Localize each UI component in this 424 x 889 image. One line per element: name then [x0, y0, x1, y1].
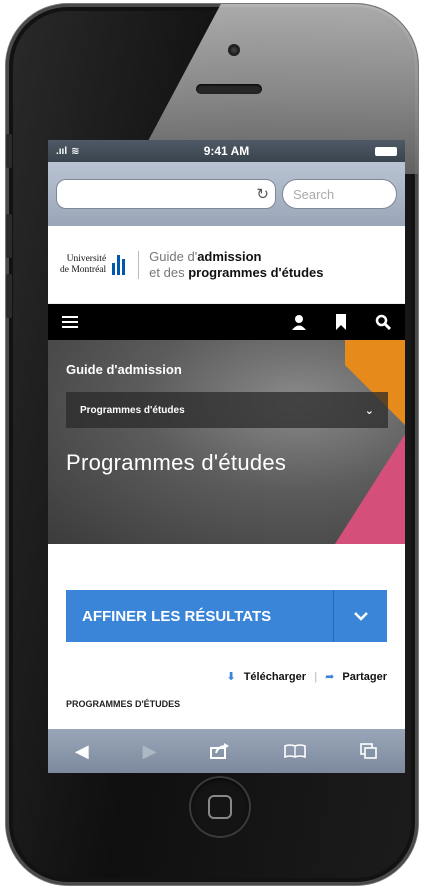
- main-content: AFFINER LES RÉSULTATS ⬇ Télécharger | ➦ …: [48, 590, 405, 709]
- volume-up-button: [6, 214, 12, 258]
- status-time: 9:41 AM: [203, 144, 250, 158]
- share-icon: ➦: [325, 671, 335, 683]
- phone-screen: .ııl ≋ 9:41 AM ↻ Search Université de Mo…: [48, 140, 405, 773]
- refine-results-button[interactable]: AFFINER LES RÉSULTATS: [66, 590, 387, 642]
- logo-text: Université de Montréal: [60, 253, 107, 275]
- actions-separator: |: [314, 670, 318, 683]
- phone-frame: .ııl ≋ 9:41 AM ↻ Search Université de Mo…: [6, 4, 418, 885]
- breadcrumb[interactable]: Guide d'admission: [66, 362, 182, 377]
- browser-toolbar: ◀ ▶: [48, 729, 405, 773]
- forward-icon[interactable]: ▶: [143, 741, 157, 762]
- earpiece-speaker: [196, 84, 262, 94]
- page-title: Programmes d'études: [66, 450, 287, 475]
- chevron-down-icon: ⌄: [364, 404, 374, 417]
- bookmark-icon[interactable]: [335, 314, 347, 330]
- logo-mark-icon: [110, 254, 128, 275]
- hero-banner: Guide d'admission Programmes d'études ⌄ …: [48, 340, 405, 544]
- address-bar[interactable]: ↻: [56, 179, 276, 209]
- status-bar: .ııl ≋ 9:41 AM: [48, 140, 405, 162]
- header-divider: [138, 250, 140, 279]
- site-header: Université de Montréal Guide d'admission…: [48, 226, 405, 304]
- bookmarks-icon[interactable]: [284, 744, 306, 758]
- home-square-icon: [208, 795, 232, 819]
- search-icon[interactable]: [375, 314, 391, 330]
- refine-results-label: AFFINER LES RÉSULTATS: [82, 607, 272, 625]
- main-nav: [48, 304, 405, 340]
- guide-title: Guide d'admission et des programmes d'ét…: [149, 248, 324, 280]
- hamburger-menu-icon[interactable]: [62, 316, 78, 328]
- chevron-down-icon[interactable]: [333, 590, 387, 642]
- back-icon[interactable]: ◀: [75, 741, 89, 762]
- program-select[interactable]: Programmes d'études ⌄: [66, 392, 388, 428]
- mute-switch: [6, 134, 12, 168]
- reload-icon[interactable]: ↻: [256, 185, 269, 203]
- user-icon[interactable]: [291, 314, 307, 330]
- download-icon: ⬇: [226, 671, 236, 683]
- download-link[interactable]: Télécharger: [244, 671, 306, 683]
- home-button[interactable]: [189, 776, 251, 838]
- page-actions: ⬇ Télécharger | ➦ Partager: [48, 670, 405, 684]
- pink-decor: [335, 434, 405, 544]
- share-link[interactable]: Partager: [342, 671, 387, 683]
- front-camera: [228, 44, 240, 56]
- volume-down-button: [6, 274, 12, 318]
- tabs-icon[interactable]: [360, 743, 378, 759]
- search-input[interactable]: Search: [282, 179, 397, 209]
- section-heading: PROGRAMMES D'ÉTUDES: [66, 699, 181, 709]
- share-sheet-icon[interactable]: [210, 743, 230, 759]
- browser-bar: ↻ Search: [48, 162, 405, 226]
- program-select-value: Programmes d'études: [80, 404, 185, 416]
- udem-logo[interactable]: Université de Montréal: [60, 254, 128, 276]
